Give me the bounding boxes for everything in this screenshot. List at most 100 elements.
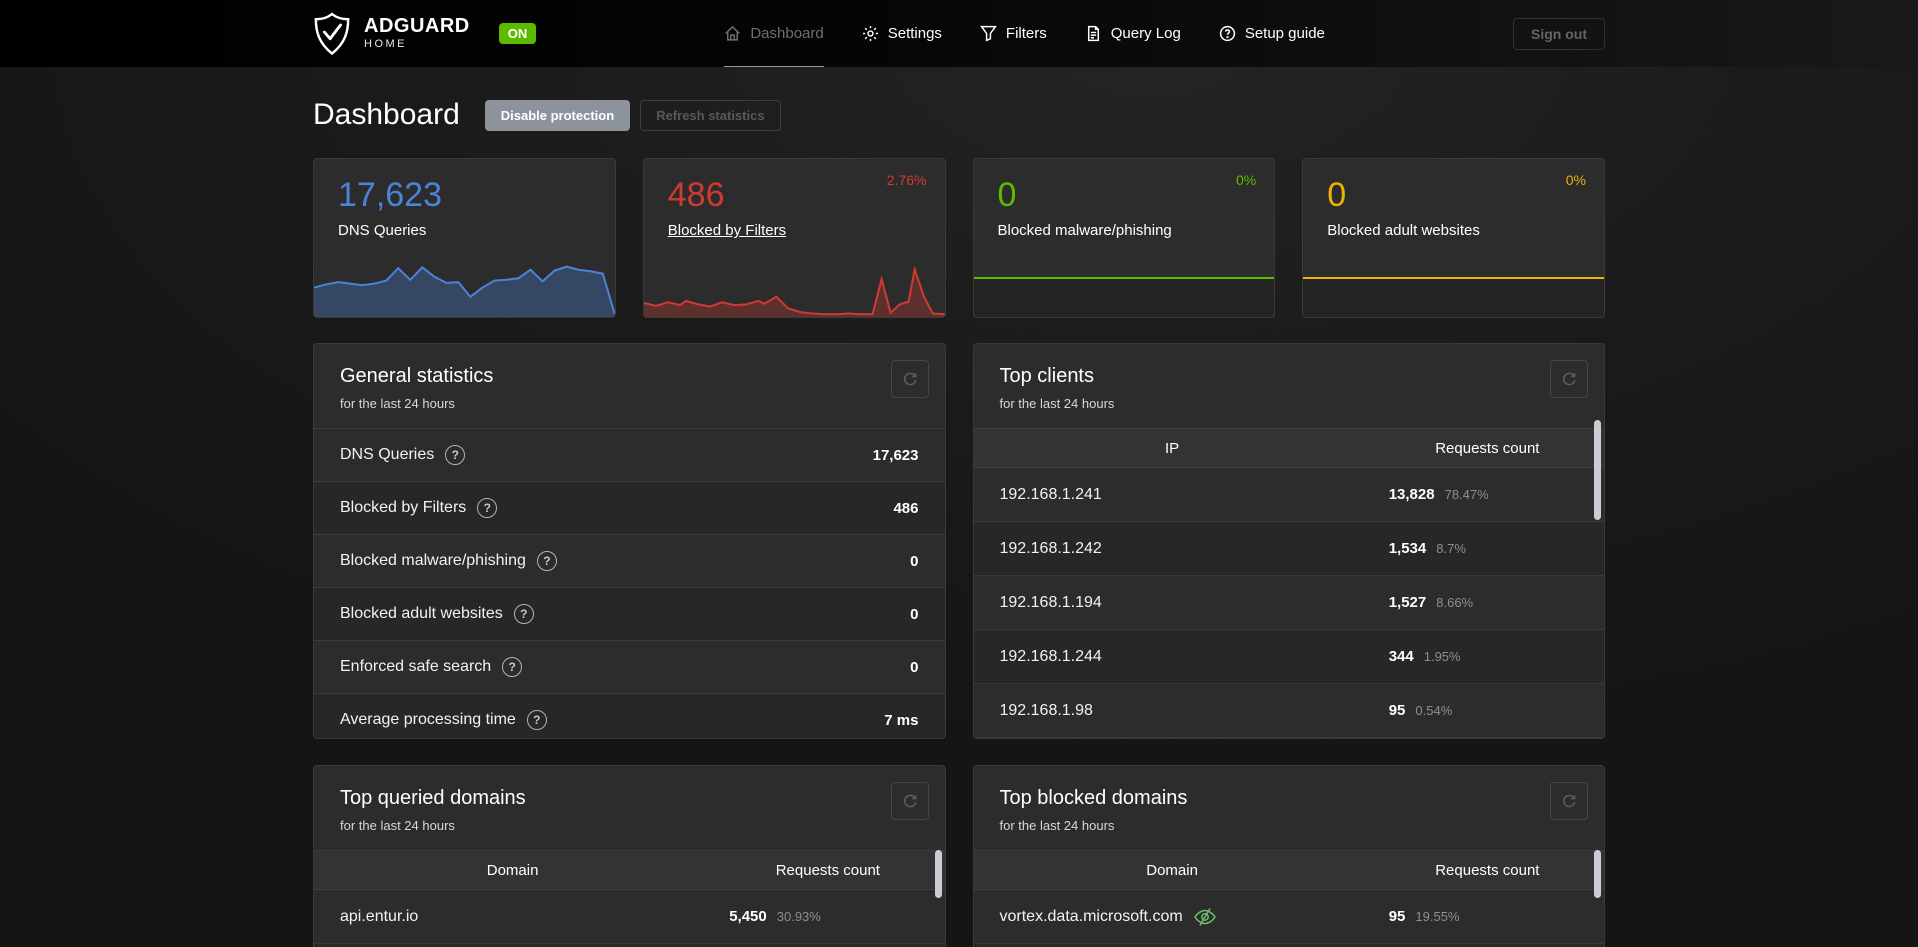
help-circle-icon[interactable]: ? xyxy=(536,551,557,571)
nav-item-filters[interactable]: Filters xyxy=(980,0,1047,67)
client-ip: 192.168.1.244 xyxy=(999,647,1102,665)
sign-out-button[interactable]: Sign out xyxy=(1513,17,1605,50)
nav-menu: Dashboard Settings Filters Query Log Set… xyxy=(724,0,1325,67)
request-count: 1,527 xyxy=(1388,594,1427,611)
stat-row-value: 7 ms xyxy=(884,711,919,729)
document-icon xyxy=(1087,25,1099,42)
scrollbar-thumb[interactable] xyxy=(1594,420,1601,520)
table-row[interactable]: 192.168.1.241 13,828 78.47% xyxy=(973,468,1604,522)
panel-subtitle: for the last 24 hours xyxy=(999,396,1115,411)
stat-value: 486 xyxy=(667,176,725,214)
dns-queries-sparkline xyxy=(314,255,615,317)
top-blocked-table: vortex.data.microsoft.com 95 19.55% xyxy=(973,890,1604,947)
client-ip: 192.168.1.98 xyxy=(999,701,1093,719)
panel-title: General statistics xyxy=(340,365,494,387)
request-count: 13,828 xyxy=(1388,486,1435,503)
request-count: 95 xyxy=(1388,908,1406,925)
stat-row-value: 0 xyxy=(910,605,919,623)
table-row[interactable]: api.entur.io 5,450 30.93% xyxy=(314,890,945,944)
stat-row-value: 0 xyxy=(910,552,919,570)
top-blocked-domains-panel: Top blocked domains for the last 24 hour… xyxy=(972,765,1605,947)
refresh-icon xyxy=(1562,794,1576,808)
column-header-requests: Requests count xyxy=(775,861,880,879)
nav-item-query-log[interactable]: Query Log xyxy=(1085,0,1181,67)
panel-title: Top clients xyxy=(999,365,1095,387)
help-circle-icon[interactable]: ? xyxy=(513,604,534,624)
table-row[interactable]: 192.168.1.194 1,527 8.66% xyxy=(973,576,1604,630)
panel-refresh-button[interactable] xyxy=(1550,360,1588,398)
stat-card-dns-queries: 17,623 DNS Queries xyxy=(313,158,616,318)
request-count: 344 xyxy=(1388,648,1414,665)
scrollbar-thumb[interactable] xyxy=(1594,850,1601,898)
help-circle-icon[interactable]: ? xyxy=(502,657,523,677)
request-percent: 1.95% xyxy=(1423,649,1461,664)
stat-row-label: Blocked by Filters xyxy=(340,499,467,516)
table-row[interactable]: 192.168.1.244 344 1.95% xyxy=(973,630,1604,684)
stat-row: Enforced safe search? 0 xyxy=(314,640,945,693)
stat-value: 0 xyxy=(1327,176,1347,214)
adguard-shield-icon xyxy=(314,11,350,55)
request-percent: 0.54% xyxy=(1415,703,1453,718)
refresh-statistics-button[interactable]: Refresh statistics xyxy=(640,99,781,131)
stat-value: 17,623 xyxy=(338,176,442,214)
nav-item-setup-guide[interactable]: Setup guide xyxy=(1219,0,1325,67)
client-ip: 192.168.1.241 xyxy=(999,485,1102,503)
stat-label: Blocked malware/phishing xyxy=(997,222,1172,240)
gear-icon xyxy=(862,26,878,41)
stat-percent: 0% xyxy=(1565,172,1586,188)
stat-card-blocked-adult: 0% 0 Blocked adult websites xyxy=(1302,158,1605,318)
stat-label: DNS Queries xyxy=(338,222,427,240)
domain-name: api.entur.io xyxy=(340,907,419,925)
refresh-icon xyxy=(903,794,917,808)
table-header: Domain Requests count xyxy=(973,850,1604,890)
panel-refresh-button[interactable] xyxy=(890,782,929,820)
stat-row: DNS Queries? 17,623 xyxy=(314,428,945,481)
filter-icon xyxy=(980,25,997,42)
help-circle-icon[interactable]: ? xyxy=(477,498,498,518)
blocked-by-filters-link[interactable]: Blocked by Filters xyxy=(668,222,786,239)
stat-row: Blocked malware/phishing? 0 xyxy=(314,534,945,587)
table-row[interactable]: 192.168.1.98 95 0.54% xyxy=(973,684,1604,738)
stat-row: Blocked adult websites? 0 xyxy=(314,587,945,640)
panel-refresh-button[interactable] xyxy=(1550,782,1588,820)
stat-label: Blocked adult websites xyxy=(1327,222,1480,240)
table-row[interactable]: vortex.data.microsoft.com 95 19.55% xyxy=(973,890,1604,944)
disable-protection-button[interactable]: Disable protection xyxy=(484,99,631,131)
scrollbar-thumb[interactable] xyxy=(934,850,942,898)
refresh-icon xyxy=(903,372,917,386)
column-header-domain: Domain xyxy=(1146,861,1198,879)
nav-item-settings[interactable]: Settings xyxy=(862,0,942,67)
panel-title: Top blocked domains xyxy=(999,787,1188,809)
help-circle-icon[interactable]: ? xyxy=(445,445,466,465)
request-count: 1,534 xyxy=(1388,540,1427,557)
nav-item-label: Settings xyxy=(887,25,942,42)
stat-card-blocked-filters: 2.76% 486 Blocked by Filters xyxy=(642,158,946,318)
brand-logo: ADGUARD HOME ON xyxy=(313,11,537,56)
top-queried-table: api.entur.io 5,450 30.93% xyxy=(314,890,945,947)
request-percent: 8.66% xyxy=(1436,595,1474,610)
table-row[interactable]: 192.168.1.242 1,534 8.7% xyxy=(973,522,1604,576)
top-clients-table: 192.168.1.241 13,828 78.47% 192.168.1.242… xyxy=(973,468,1604,738)
help-circle-icon[interactable]: ? xyxy=(526,710,547,730)
nav-item-label: Dashboard xyxy=(750,24,824,42)
general-statistics-list: DNS Queries? 17,623 Blocked by Filters? … xyxy=(314,428,945,738)
nav-item-dashboard[interactable]: Dashboard xyxy=(724,0,824,67)
stat-row: Average processing time? 7 ms xyxy=(314,693,945,738)
help-icon xyxy=(1219,25,1235,42)
home-icon xyxy=(725,25,741,41)
stat-percent: 2.76% xyxy=(886,172,927,188)
request-percent: 78.47% xyxy=(1444,487,1489,502)
column-header-domain: Domain xyxy=(486,861,539,879)
panel-subtitle: for the last 24 hours xyxy=(999,818,1115,833)
nav-item-label: Query Log xyxy=(1110,25,1181,42)
request-percent: 8.7% xyxy=(1436,541,1466,556)
panel-subtitle: for the last 24 hours xyxy=(340,818,455,833)
brand-subtitle: HOME xyxy=(364,38,407,51)
request-percent: 19.55% xyxy=(1415,909,1460,924)
stat-row-label: Blocked adult websites xyxy=(340,605,503,622)
stat-row-label: DNS Queries xyxy=(340,446,435,463)
stat-value: 0 xyxy=(997,176,1017,214)
request-count: 5,450 xyxy=(729,908,767,925)
panel-refresh-button[interactable] xyxy=(890,360,929,398)
protection-status-badge: ON xyxy=(498,23,537,44)
